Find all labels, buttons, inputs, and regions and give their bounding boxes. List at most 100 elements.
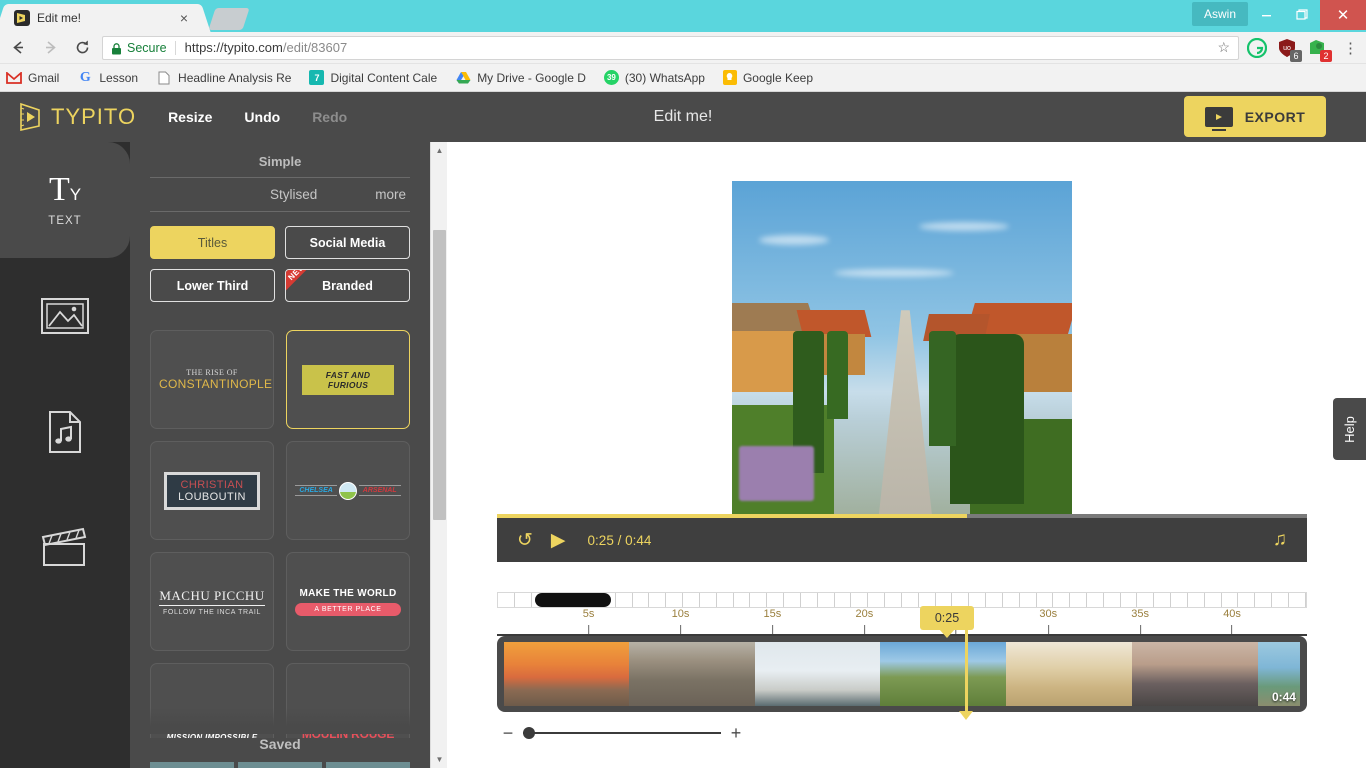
ruler-tick [1171,593,1188,607]
bookmark-google-keep[interactable]: Google Keep [722,70,813,85]
profile-name[interactable]: Aswin [1191,2,1248,26]
menu-resize[interactable]: Resize [168,109,212,125]
export-video-icon [1204,106,1233,131]
ruler-label-text: 5s [582,608,595,620]
bookmark-lesson[interactable]: G Lesson [77,70,138,86]
template-chelsea-arsenal[interactable]: CHELSEA ARSENAL [286,441,410,540]
zoom-slider-knob[interactable] [523,727,535,739]
saved-thumb[interactable] [238,762,322,768]
bookmark-headline-analysis[interactable]: Headline Analysis Re [156,70,291,86]
back-icon[interactable] [4,34,32,62]
bookmark-label: Digital Content Cale [330,70,438,85]
text-icon: TY [48,171,82,208]
rail-item-image[interactable] [0,258,130,374]
timeline-clip-strip[interactable]: 0:44 [497,636,1307,712]
help-tab[interactable]: Help [1333,398,1366,460]
scroll-up-icon[interactable]: ▲ [431,142,448,159]
new-tab-button[interactable] [208,8,250,30]
rail-label-text: TEXT [48,215,82,227]
timeline-clip[interactable] [879,642,1006,706]
evernote-extension-icon[interactable]: 2 [1307,38,1332,62]
timeline-clip[interactable] [1005,642,1132,706]
zoom-slider-track[interactable] [523,727,721,739]
rail-item-text[interactable]: TY TEXT [0,142,130,258]
window-maximize-button[interactable] [1284,0,1320,30]
bookmark-whatsapp[interactable]: 39 (30) WhatsApp [603,70,705,85]
bookmark-my-drive[interactable]: My Drive - Google D [455,70,586,86]
preview-cloud [919,221,1009,231]
zoom-out-button[interactable]: − [497,723,519,744]
bookmark-gmail[interactable]: Gmail [6,70,59,86]
bookmark-digital-content-calendar[interactable]: 7 Digital Content Cale [309,70,437,85]
app-header: TYPITO Resize Undo Redo Edit me! [0,92,1366,142]
saved-thumb[interactable] [150,762,234,768]
bookmark-star-icon[interactable]: ☆ [1217,39,1230,56]
template-machu-picchu[interactable]: MACHU PICCHU FOLLOW THE INCA TRAIL [150,552,274,651]
timeline-clip[interactable] [754,642,880,706]
scrollbar-thumb[interactable] [433,230,446,520]
scroll-down-icon[interactable]: ▼ [431,751,448,768]
chrome-menu-icon[interactable]: ⋮ [1335,39,1366,57]
timeline-clip[interactable] [628,642,755,706]
ruler-selection-segment[interactable] [535,593,611,607]
timeline-ruler[interactable] [497,592,1307,608]
rail-item-audio[interactable] [0,374,130,490]
category-label: Titles [197,235,228,250]
ruler-label-mark [1231,625,1233,634]
ruler-tick [1205,593,1222,607]
export-button[interactable]: EXPORT [1184,96,1326,137]
reload-icon[interactable] [68,34,96,62]
playhead-line[interactable] [965,630,968,715]
panel-tab-row: Simple Stylised more [130,142,430,212]
tab-more[interactable]: more [375,187,406,202]
ublock-origin-extension-icon[interactable]: uo 6 [1277,38,1302,62]
template-moulin-rouge[interactable]: MOULIN ROUGE THE RED MILL [286,663,410,738]
browser-tab[interactable]: Edit me! × [8,4,198,32]
play-icon[interactable]: ▶ [551,529,566,552]
video-preview[interactable] [732,181,1072,521]
category-social-media[interactable]: Social Media [285,226,410,259]
restart-icon[interactable]: ↺ [517,529,533,552]
window-close-button[interactable]: ✕ [1320,0,1366,30]
tab-simple[interactable]: Simple [130,150,430,177]
music-note-icon[interactable]: ♫ [1273,529,1287,551]
ruler-label: 35s [1131,608,1149,634]
timeline-clip[interactable] [1131,642,1258,706]
saved-thumb[interactable] [326,762,410,768]
rail-item-video[interactable] [0,490,130,606]
template-constantinople[interactable]: THE RISE OF CONSTANTINOPLE [150,330,274,429]
window-minimize-button[interactable] [1248,0,1284,30]
template-make-the-world[interactable]: MAKE THE WORLD A BETTER PLACE [286,552,410,651]
category-titles[interactable]: Titles [150,226,275,259]
ruler-tick [717,593,734,607]
ruler-tick [683,593,700,607]
ruler-tick [700,593,717,607]
grammarly-extension-icon[interactable] [1246,37,1268,58]
timeline-clip[interactable]: 0:44 [1257,642,1300,706]
template-line-2: A BETTER PLACE [295,602,401,616]
timeline-clip[interactable] [504,642,629,706]
bookmarks-bar: Gmail G Lesson Headline Analysis Re 7 Di… [0,64,1366,92]
tab-stylised[interactable]: Stylised [270,187,317,202]
menu-undo[interactable]: Undo [244,109,280,125]
template-christian-louboutin[interactable]: CHRISTIAN LOUBOUTIN [150,441,274,540]
saved-templates-strip[interactable] [150,762,410,768]
zoom-in-button[interactable]: + [725,723,747,744]
ruler-label: 20s [855,608,873,634]
ruler-tick [902,593,919,607]
category-buttons: Titles Social Media Lower Third NEW Bran… [130,212,430,302]
playhead-time-badge[interactable]: 0:25 [920,606,974,630]
ruler-tick [1121,593,1138,607]
category-branded[interactable]: NEW Branded [285,269,410,302]
url-bar[interactable]: Secure https://typito.com/edit/83607 ☆ [102,35,1239,60]
extensions-area: uo 6 2 [1246,37,1335,62]
ruler-label: 30s [1039,608,1057,634]
panel-scrollbar[interactable]: ▲ ▼ [430,142,447,768]
ruler-tick [952,593,970,607]
category-lower-third[interactable]: Lower Third [150,269,275,302]
tab-close-icon[interactable]: × [176,10,192,26]
template-fast-and-furious[interactable]: FAST AND FURIOUS [286,330,410,429]
typito-logo[interactable]: TYPITO [18,102,136,132]
template-mission-impossible[interactable]: MISSION IMPOSSIBLE ROGUE NATION [150,663,274,738]
ruler-tick [936,593,953,607]
